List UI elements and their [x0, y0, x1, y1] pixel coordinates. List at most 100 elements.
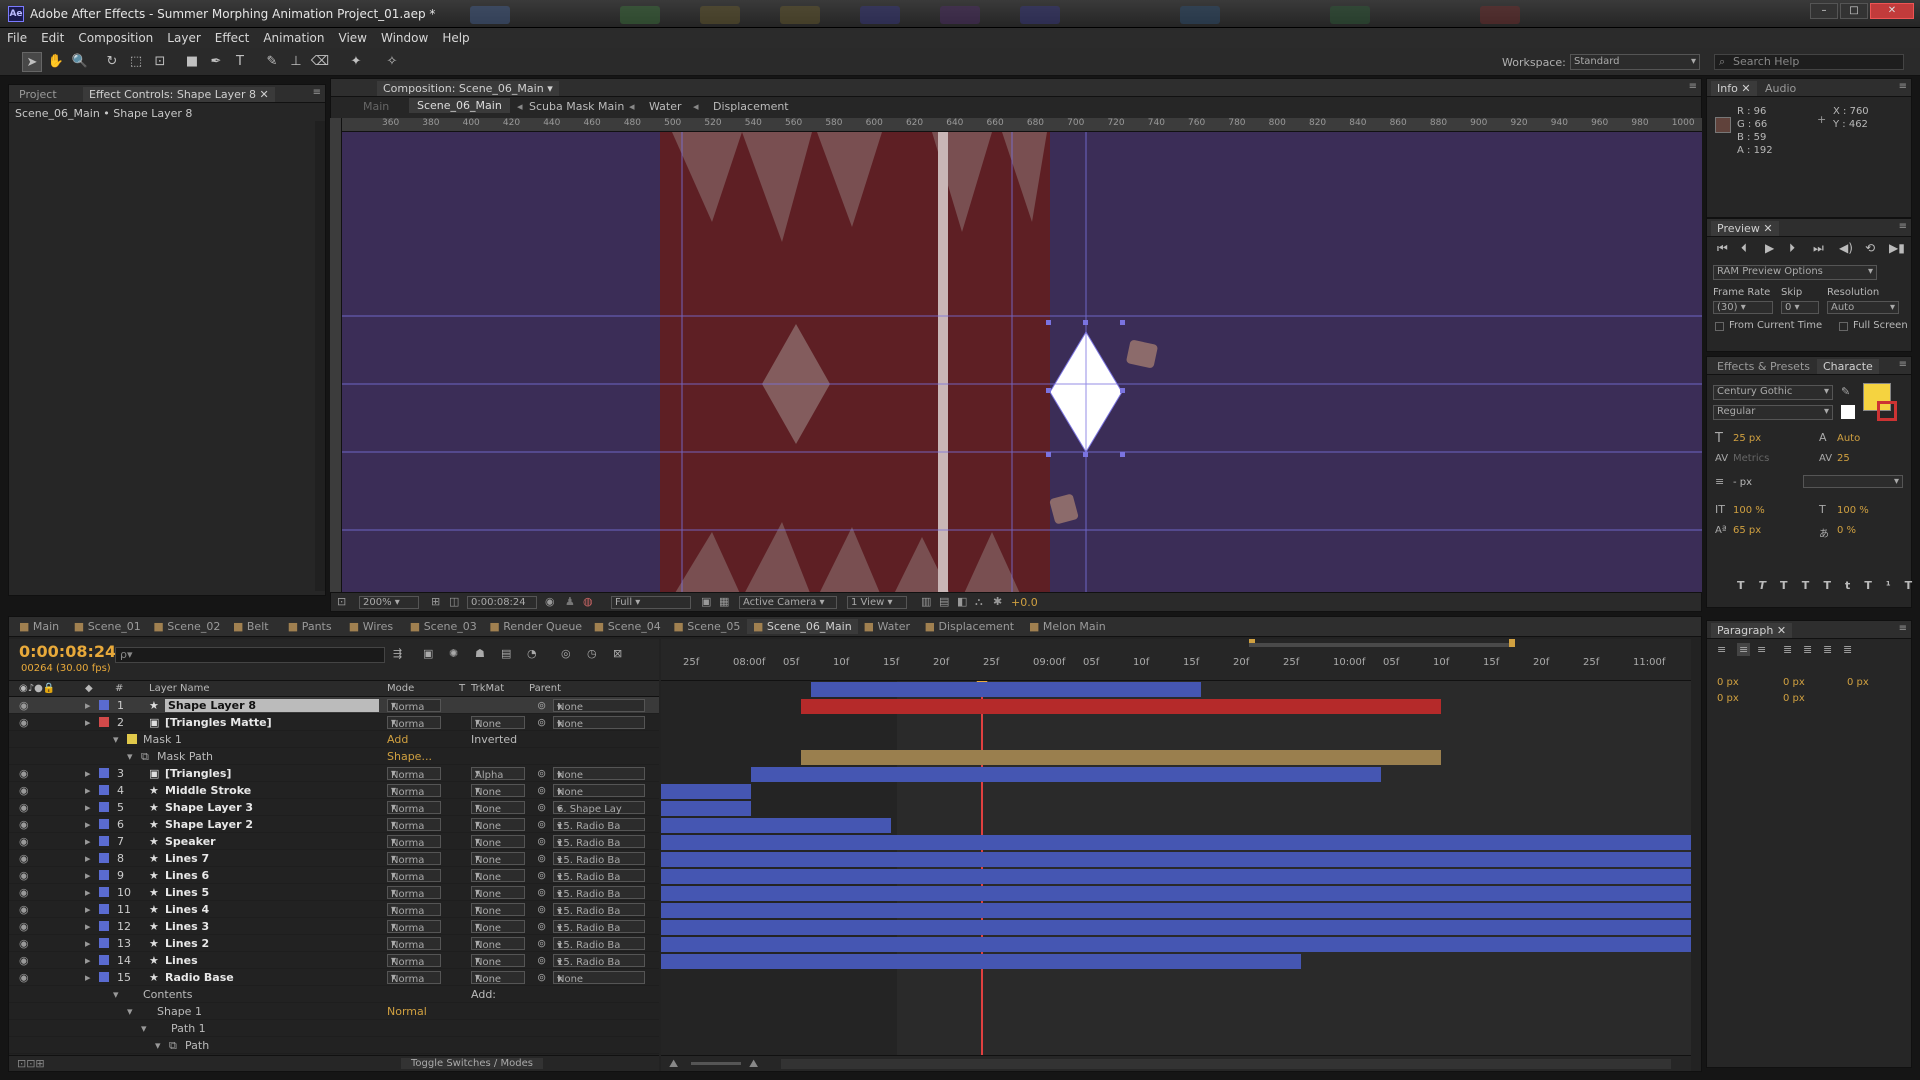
horizontal-scale-value[interactable]: 100 % [1837, 505, 1869, 516]
menu-window[interactable]: Window [374, 28, 435, 48]
layer-name[interactable]: Lines 7 [165, 852, 209, 865]
blend-mode-select[interactable]: Norma ▾ [387, 903, 441, 917]
layer-duration-bar[interactable] [661, 784, 751, 799]
tab-audio[interactable]: Audio [1759, 81, 1802, 96]
property-option[interactable]: Add: [471, 988, 496, 1001]
expand-arrow-icon[interactable]: ▸ [85, 903, 91, 916]
blend-mode-select[interactable]: Norma ▾ [387, 835, 441, 849]
pickwhip-icon[interactable]: ⊚ [537, 852, 546, 865]
property-option[interactable]: Inverted [471, 733, 517, 746]
expand-arrow-icon[interactable]: ▾ [113, 733, 119, 746]
expand-icons[interactable]: ⊡⊡⊞ [17, 1057, 45, 1070]
pen-tool-icon[interactable]: ✒ [206, 52, 226, 72]
timeline-timecode[interactable]: 0:00:08:24 [19, 642, 116, 661]
blend-mode-select[interactable]: Norma ▾ [387, 767, 441, 781]
from-current-checkbox[interactable] [1715, 322, 1724, 331]
visibility-eye-icon[interactable]: ◉ [19, 801, 29, 814]
layer-name[interactable]: Lines [165, 954, 198, 967]
expand-arrow-icon[interactable]: ▸ [85, 835, 91, 848]
motion-blur-icon[interactable]: ◔ [527, 647, 537, 660]
flow-scuba-mask-main[interactable]: Scuba Mask Main [529, 100, 624, 113]
view-layout-select[interactable]: 1 View ▾ [847, 596, 907, 609]
menu-view[interactable]: View [332, 28, 374, 48]
scrollbar[interactable] [315, 121, 325, 591]
current-time-indicator[interactable] [981, 681, 983, 1055]
layer-duration-bar[interactable] [661, 801, 751, 816]
stroke-width-value[interactable]: - px [1733, 477, 1752, 488]
layer-name[interactable]: Shape Layer 2 [165, 818, 253, 831]
layer-row[interactable]: ◉ ▸ 9 ★ Lines 6 Norma ▾ None ▾ ⊚ 15. Radio Ba ▾ [9, 867, 659, 884]
layer-duration-bar[interactable] [661, 818, 891, 833]
property-name[interactable]: Path [185, 1039, 209, 1052]
parent-select[interactable]: 15. Radio Ba ▾ [553, 886, 645, 900]
region-icon[interactable]: ⊡ [337, 595, 346, 608]
layer-name[interactable]: [Triangles Matte] [165, 716, 272, 729]
pickwhip-icon[interactable]: ⊚ [537, 767, 546, 780]
flow-water[interactable]: Water [649, 100, 682, 113]
last-frame-icon[interactable]: ⏭ [1813, 241, 1824, 256]
graph-editor-icon[interactable]: ⊠ [613, 647, 622, 660]
expand-arrow-icon[interactable]: ▸ [85, 801, 91, 814]
parent-select[interactable]: None ▾ [553, 716, 645, 730]
expand-arrow-icon[interactable]: ▸ [85, 869, 91, 882]
parent-select[interactable]: 15. Radio Ba ▾ [553, 920, 645, 934]
property-row[interactable]: ▾ Contents Add: [9, 986, 659, 1003]
parent-select[interactable]: 15. Radio Ba ▾ [553, 852, 645, 866]
layer-name[interactable]: Lines 6 [165, 869, 209, 882]
layer-search-input[interactable]: ρ▾ [115, 647, 385, 663]
layer-row[interactable]: ◉ ▸ 11 ★ Lines 4 Norma ▾ None ▾ ⊚ 15. Radio Ba ▾ [9, 901, 659, 918]
layer-duration-bar[interactable] [661, 903, 1691, 918]
resolution-select[interactable]: Auto ▾ [1827, 301, 1899, 314]
superscript-button[interactable]: T¹ [1864, 579, 1904, 592]
menu-composition[interactable]: Composition [71, 28, 160, 48]
composition-viewer[interactable] [342, 132, 1702, 598]
layer-name[interactable]: Middle Stroke [165, 784, 251, 797]
property-value[interactable]: Normal [387, 1005, 427, 1018]
track-matte-select[interactable]: None ▾ [471, 920, 525, 934]
parent-select[interactable]: None ▾ [553, 767, 645, 781]
clone-stamp-tool-icon[interactable]: ⊥ [286, 52, 306, 72]
frame-rate-select[interactable]: (30) ▾ [1713, 301, 1773, 314]
layer-row[interactable]: ◉ ▸ 4 ★ Middle Stroke Norma ▾ None ▾ ⊚ None ▾ [9, 782, 659, 799]
expand-arrow-icon[interactable]: ▸ [85, 784, 91, 797]
leading-value[interactable]: Auto [1837, 433, 1860, 444]
visibility-eye-icon[interactable]: ◉ [19, 886, 29, 899]
magnification-select[interactable]: 200% ▾ [359, 596, 419, 609]
pickwhip-icon[interactable]: ⊚ [537, 716, 546, 729]
timeline-tab-water[interactable]: ■ Water [858, 619, 916, 634]
timeline-tab-main[interactable]: ■ Main [13, 619, 65, 634]
parent-select[interactable]: None ▾ [553, 971, 645, 985]
kerning-value[interactable]: Metrics [1733, 453, 1769, 464]
visibility-eye-icon[interactable]: ◉ [19, 699, 29, 712]
pickwhip-icon[interactable]: ⊚ [537, 818, 546, 831]
label-color-swatch[interactable] [99, 802, 109, 812]
layer-duration-bar[interactable] [661, 835, 1691, 850]
parent-select[interactable]: 15. Radio Ba ▾ [553, 818, 645, 832]
layer-name[interactable]: Shape Layer 8 [165, 699, 379, 712]
expand-arrow-icon[interactable]: ▾ [127, 1005, 133, 1018]
flow-main[interactable]: Main [363, 100, 389, 113]
timeline-tab-scene-01[interactable]: ■ Scene_01 [68, 619, 147, 634]
indent-left-value[interactable]: 0 px [1717, 677, 1739, 688]
track-matte-select[interactable]: Alpha ▾ [471, 767, 525, 781]
property-value[interactable]: Shape... [387, 750, 432, 763]
vertical-scale-value[interactable]: 100 % [1733, 505, 1765, 516]
flow-scene-06-main[interactable]: Scene_06_Main [409, 98, 510, 113]
label-color-swatch[interactable] [99, 836, 109, 846]
tsume-value[interactable]: 0 % [1837, 525, 1856, 536]
brush-tool-icon[interactable]: ✎ [262, 52, 282, 72]
fast-previews-icon[interactable]: ▣ [701, 595, 711, 608]
timeline-tab-scene-03[interactable]: ■ Scene_03 [404, 619, 483, 634]
label-color-swatch[interactable] [99, 768, 109, 778]
eyedropper-icon[interactable]: ✎ [1841, 385, 1850, 398]
label-color-swatch[interactable] [99, 785, 109, 795]
camera-view-select[interactable]: Active Camera ▾ [739, 596, 837, 609]
zoom-slider[interactable] [691, 1062, 741, 1065]
property-name[interactable]: Mask 1 [143, 733, 182, 746]
property-name[interactable]: Path 1 [171, 1022, 206, 1035]
layer-name[interactable]: Lines 3 [165, 920, 209, 933]
blend-mode-select[interactable]: Norma ▾ [387, 852, 441, 866]
label-color-swatch[interactable] [99, 819, 109, 829]
panel-menu-icon[interactable]: ≡ [1899, 221, 1907, 232]
layer-duration-bar[interactable] [661, 937, 1691, 952]
